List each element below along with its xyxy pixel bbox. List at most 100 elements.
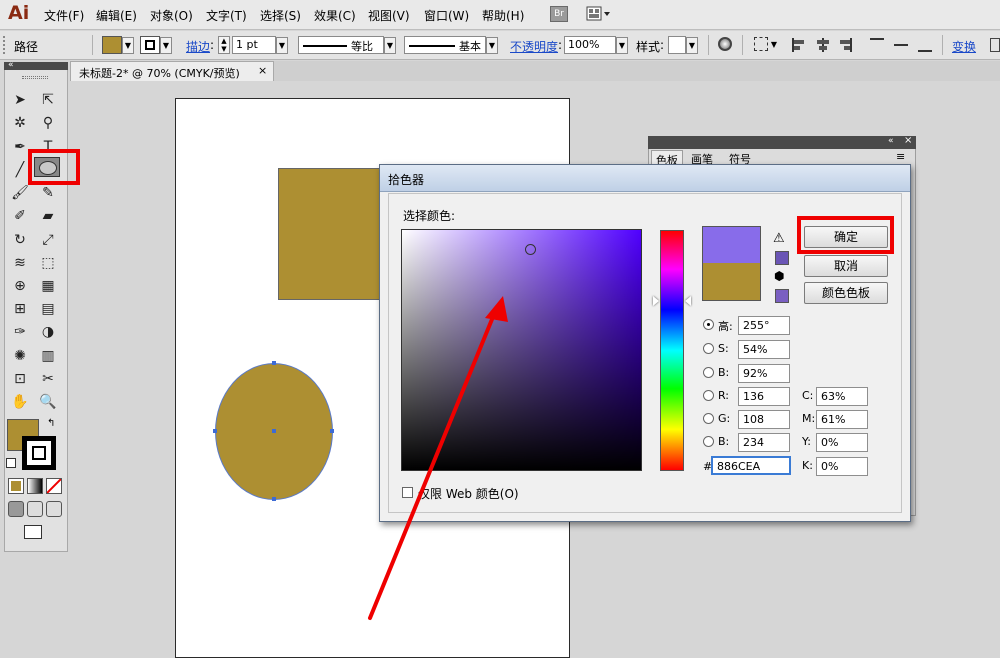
transform-panel-link[interactable]: 变换 <box>952 38 976 55</box>
variable-width-profile[interactable]: 等比 <box>298 36 384 54</box>
align-bottom-icon[interactable] <box>918 38 932 52</box>
in-gamut-color-swatch[interactable] <box>775 251 789 265</box>
hex-input[interactable]: 886CEA <box>711 456 791 475</box>
brightness-input[interactable]: 92% <box>738 364 790 383</box>
direct-selection-tool-icon[interactable]: ⇱ <box>37 90 59 110</box>
opacity-dropdown[interactable]: ▼ <box>616 37 628 54</box>
brush-dropdown[interactable]: ▼ <box>486 37 498 54</box>
shape-builder-tool-icon[interactable]: ⊕ <box>9 276 31 296</box>
graphic-style-swatch[interactable] <box>668 36 686 54</box>
original-color-preview[interactable] <box>702 263 761 301</box>
align-left-icon[interactable] <box>792 38 804 52</box>
free-transform-tool-icon[interactable]: ⬚ <box>37 253 59 273</box>
fill-dropdown[interactable]: ▼ <box>122 37 134 54</box>
green-radio[interactable] <box>703 413 714 424</box>
align-right-icon[interactable] <box>840 38 852 52</box>
pencil-tool-icon[interactable]: ✎ <box>37 183 59 203</box>
hue-slider-handle-left[interactable] <box>653 296 659 306</box>
menu-effect[interactable]: 效果(C) <box>314 7 356 24</box>
arrange-documents-button[interactable] <box>586 6 612 22</box>
saturation-brightness-field[interactable] <box>401 229 642 471</box>
symbol-sprayer-tool-icon[interactable]: ✺ <box>9 346 31 366</box>
menu-edit[interactable]: 编辑(E) <box>96 7 137 24</box>
stroke-dropdown[interactable]: ▼ <box>160 37 172 54</box>
eyedropper-tool-icon[interactable]: ✑ <box>9 322 31 342</box>
stroke-weight-input[interactable]: 1 pt <box>232 36 276 54</box>
stroke-weight-stepper[interactable]: ▲ ▼ <box>218 36 230 54</box>
default-colors-icon[interactable] <box>6 458 16 468</box>
out-of-gamut-warning-icon[interactable]: ⚠ <box>773 231 785 246</box>
opacity-panel-link[interactable]: 不透明度 <box>510 38 558 55</box>
magenta-input[interactable]: 61% <box>816 410 868 429</box>
document-tab[interactable]: 未标题-2* @ 70% (CMYK/预览) <box>70 61 274 81</box>
hue-slider[interactable] <box>660 230 684 471</box>
hue-radio[interactable] <box>703 319 714 330</box>
anchor-point[interactable] <box>330 429 334 433</box>
blue-input[interactable]: 234 <box>738 433 790 452</box>
menu-view[interactable]: 视图(V) <box>368 7 410 24</box>
rotate-tool-icon[interactable]: ↻ <box>9 230 31 250</box>
selection-tool-icon[interactable]: ➤ <box>9 90 31 110</box>
hue-slider-handle-right[interactable] <box>685 296 691 306</box>
anchor-point[interactable] <box>213 429 217 433</box>
red-radio[interactable] <box>703 390 714 401</box>
column-graph-tool-icon[interactable]: ▥ <box>37 346 59 366</box>
color-mode-button[interactable] <box>8 478 24 494</box>
none-mode-button[interactable] <box>46 478 62 494</box>
swap-colors-icon[interactable]: ↰ <box>47 418 55 429</box>
anchor-point[interactable] <box>272 361 276 365</box>
profile-dropdown[interactable]: ▼ <box>384 37 396 54</box>
slice-tool-icon[interactable]: ✂ <box>37 369 59 389</box>
menu-window[interactable]: 窗口(W) <box>424 7 469 24</box>
menu-object[interactable]: 对象(O) <box>150 7 193 24</box>
mesh-tool-icon[interactable]: ⊞ <box>9 299 31 319</box>
lasso-tool-icon[interactable]: ⚲ <box>37 113 59 133</box>
color-field-cursor[interactable] <box>525 244 536 255</box>
menu-file[interactable]: 文件(F) <box>44 7 84 24</box>
menu-select[interactable]: 选择(S) <box>260 7 301 24</box>
gradient-tool-icon[interactable]: ▤ <box>37 299 59 319</box>
artboard-tool-icon[interactable]: ⊡ <box>9 369 31 389</box>
menu-help[interactable]: 帮助(H) <box>482 7 524 24</box>
panel-collapse-icon[interactable]: « <box>888 136 894 146</box>
stroke-color-control[interactable] <box>140 36 160 54</box>
web-safe-cube-icon[interactable]: ⬢ <box>774 269 784 283</box>
magic-wand-tool-icon[interactable]: ✲ <box>9 113 31 133</box>
saturation-input[interactable]: 54% <box>738 340 790 359</box>
brush-definition[interactable]: 基本 <box>404 36 486 54</box>
cancel-button[interactable]: 取消 <box>804 255 888 277</box>
web-safe-color-swatch[interactable] <box>775 289 789 303</box>
isolate-icon[interactable] <box>990 38 1000 52</box>
align-to-dropdown[interactable]: ▼ <box>768 37 780 54</box>
brightness-radio[interactable] <box>703 367 714 378</box>
eraser-tool-icon[interactable]: ▰ <box>37 206 59 226</box>
close-tab-icon[interactable]: × <box>258 64 267 77</box>
hand-tool-icon[interactable]: ✋ <box>9 392 31 412</box>
scale-tool-icon[interactable]: ⤢ <box>37 230 59 250</box>
style-dropdown[interactable]: ▼ <box>686 37 698 54</box>
align-top-icon[interactable] <box>870 38 884 52</box>
blend-tool-icon[interactable]: ◑ <box>37 322 59 342</box>
menu-type[interactable]: 文字(T) <box>206 7 247 24</box>
stroke-panel-link[interactable]: 描边 <box>186 38 210 55</box>
screen-mode-icon[interactable] <box>24 525 42 539</box>
yellow-input[interactable]: 0% <box>816 433 868 452</box>
hue-input[interactable]: 255° <box>738 316 790 335</box>
align-vcenter-icon[interactable] <box>894 38 908 52</box>
panel-close-icon[interactable]: × <box>904 135 912 146</box>
draw-behind-icon[interactable] <box>27 501 43 517</box>
perspective-grid-tool-icon[interactable]: ▦ <box>37 276 59 296</box>
opacity-input[interactable]: 100% <box>564 36 616 54</box>
warp-tool-icon[interactable]: ≋ <box>9 253 31 273</box>
paintbrush-tool-icon[interactable]: 🖌 <box>9 183 31 203</box>
stroke-weight-dropdown[interactable]: ▼ <box>276 37 288 54</box>
color-swatches-button[interactable]: 颜色色板 <box>804 282 888 304</box>
zoom-tool-icon[interactable]: 🔍 <box>37 392 59 412</box>
draw-inside-icon[interactable] <box>46 501 62 517</box>
fill-color-control[interactable] <box>102 36 122 54</box>
align-hcenter-icon[interactable] <box>816 38 830 52</box>
rectangle-shape[interactable] <box>278 168 388 300</box>
saturation-radio[interactable] <box>703 343 714 354</box>
black-input[interactable]: 0% <box>816 457 868 476</box>
recolor-artwork-icon[interactable] <box>718 37 732 51</box>
